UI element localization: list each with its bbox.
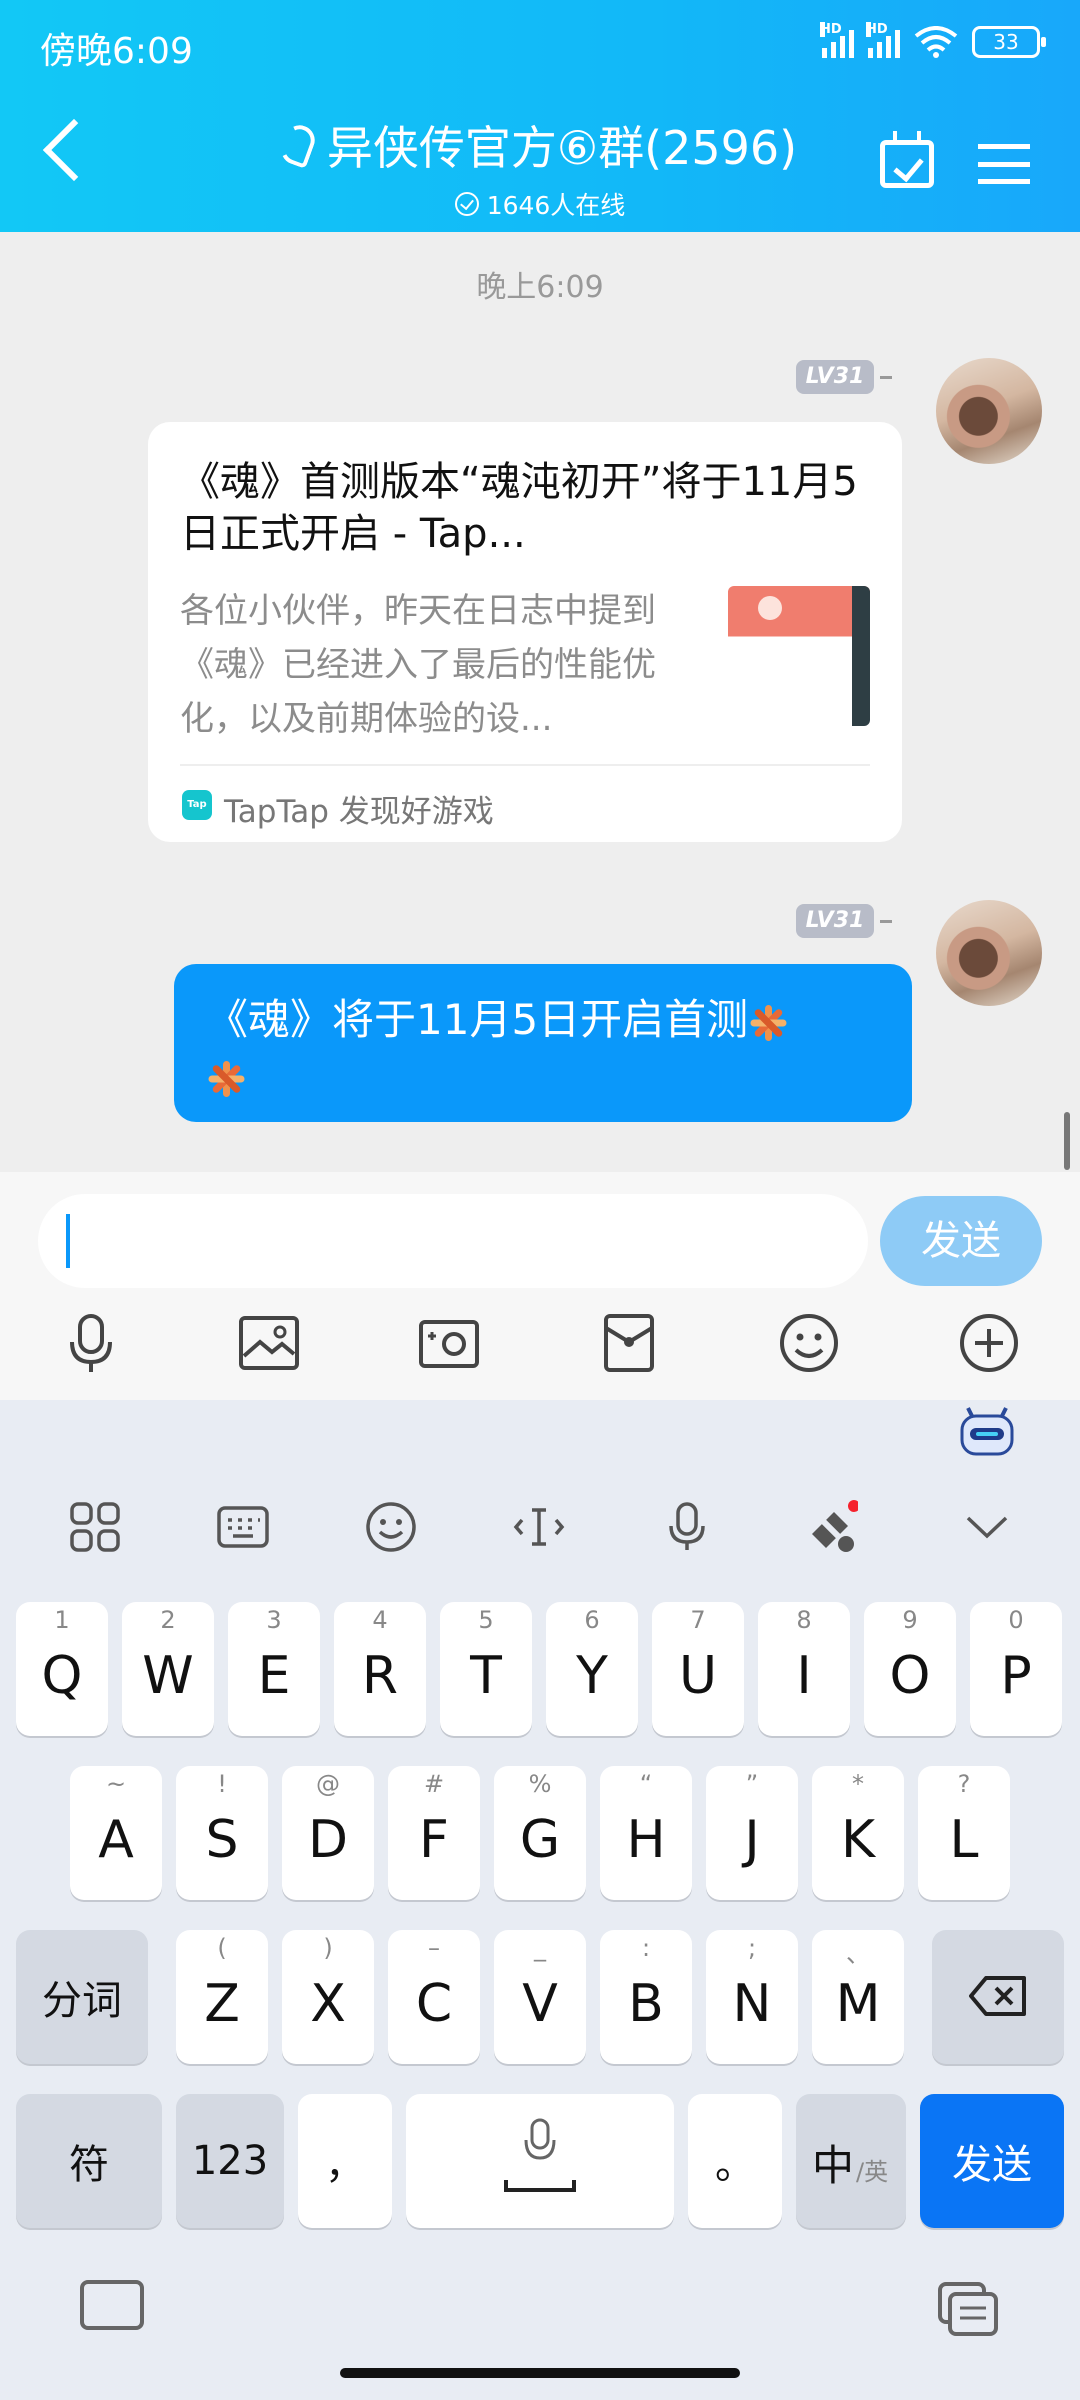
collapse-keyboard-icon[interactable] [960, 1500, 1014, 1554]
key-f[interactable]: # F [388, 1766, 480, 1900]
key-p[interactable]: 0P [970, 1602, 1062, 1736]
status-time: 傍晚6:09 [40, 31, 193, 72]
kb-emoji-icon[interactable] [364, 1500, 418, 1554]
apps-grid-icon[interactable] [68, 1500, 122, 1554]
key-m[interactable]: 、 M [812, 1930, 904, 2064]
key-k[interactable]: * K [812, 1766, 904, 1900]
text-cursor [66, 1214, 70, 1268]
input-bar: 发送 [0, 1172, 1080, 1400]
symbol-key[interactable]: 符 [16, 2094, 162, 2228]
voice-input-icon[interactable] [660, 1500, 714, 1554]
status-icons: HD HD 33 [820, 22, 1046, 58]
key-b[interactable]: :B [600, 1930, 692, 2064]
key-e[interactable]: 3E [228, 1602, 320, 1736]
key-t[interactable]: 5T [440, 1602, 532, 1736]
battery-icon: 33 [972, 26, 1046, 58]
menu-icon[interactable] [978, 144, 1030, 184]
signal-icon: HD [820, 22, 854, 58]
avatar[interactable] [936, 358, 1042, 464]
keyboard-switch-icon[interactable] [80, 2280, 144, 2330]
send-button[interactable]: 发送 [880, 1196, 1042, 1286]
message-bubble[interactable]: 《魂》将于11月5日开启首测 [174, 964, 912, 1122]
comma-key[interactable]: ， [298, 2094, 392, 2228]
key-c[interactable]: – C [388, 1930, 480, 2064]
key-y[interactable]: 6Y [546, 1602, 638, 1736]
chat-timestamp: 晚上6:09 [476, 270, 604, 305]
card-thumbnail [728, 586, 870, 726]
lang-main-label: 中 [812, 2141, 855, 2190]
space-key[interactable] [406, 2094, 674, 2228]
backspace-key[interactable] [932, 1930, 1064, 2064]
language-switch-key[interactable]: 中 /英 [796, 2094, 906, 2228]
link-card[interactable]: 《魂》首测版本“魂沌初开”将于11月5日正式开启 - Tap... 各位小伙伴，… [148, 422, 902, 842]
camera-icon[interactable] [418, 1312, 480, 1374]
image-icon[interactable] [238, 1312, 300, 1374]
level-badge: LV31 [796, 904, 874, 938]
key-v[interactable]: _ V [494, 1930, 586, 2064]
key-q[interactable]: 1Q [16, 1602, 108, 1736]
card-title: 《魂》首测版本“魂沌初开”将于11月5日正式开启 - Tap... [180, 459, 858, 557]
cursor-move-icon[interactable] [512, 1500, 566, 1554]
space-mic-icon [504, 2118, 576, 2192]
card-description: 各位小伙伴，昨天在日志中提到《魂》已经进入了最后的性能优化，以及前期体验的设..… [180, 591, 656, 739]
emoji-icon[interactable] [778, 1312, 840, 1374]
key-d[interactable]: @ D [282, 1766, 374, 1900]
home-indicator[interactable] [340, 2368, 740, 2378]
segment-key[interactable]: 分词 [16, 1930, 148, 2064]
red-packet-icon[interactable] [598, 1312, 660, 1374]
plus-circle-icon[interactable] [958, 1312, 1020, 1374]
key-j[interactable]: ” J [706, 1766, 798, 1900]
key-s[interactable]: ! S [176, 1766, 268, 1900]
key-n[interactable]: ; N [706, 1930, 798, 2064]
wifi-icon [914, 26, 958, 58]
key-r[interactable]: 4R [334, 1602, 426, 1736]
number-key[interactable]: 123 [176, 2094, 284, 2228]
ear-icon [276, 121, 319, 169]
key-g[interactable]: % G [494, 1766, 586, 1900]
key-x[interactable]: ) X [282, 1930, 374, 2064]
microphone-icon[interactable] [60, 1312, 122, 1374]
taptap-icon: Tap [182, 790, 212, 820]
calendar-check-icon[interactable] [880, 131, 934, 188]
level-badge: LV31 [796, 360, 874, 394]
chat-title: 异侠传官方⑥群(2596) [326, 121, 798, 175]
message-text: 《魂》将于11月5日开启首测 [206, 995, 749, 1044]
name-placeholder [880, 920, 892, 923]
online-check-icon [454, 192, 479, 216]
backspace-icon [969, 1976, 1026, 2016]
key-a[interactable]: ~ A [70, 1766, 162, 1900]
card-divider [180, 764, 870, 766]
robot-assistant-icon[interactable] [958, 1406, 1016, 1458]
key-i[interactable]: 8I [758, 1602, 850, 1736]
key-l[interactable]: ? L [918, 1766, 1010, 1900]
period-key[interactable]: 。 [688, 2094, 782, 2228]
scrollbar-thumb[interactable] [1064, 1112, 1070, 1170]
message-input[interactable] [38, 1194, 868, 1288]
key-w[interactable]: 2W [122, 1602, 214, 1736]
chat-header: 傍晚6:09 HD HD 33 异侠传官方⑥群(2596) 1646人在线 [0, 0, 1080, 232]
pinwheel-emoji-icon [748, 1003, 788, 1043]
name-placeholder [880, 376, 892, 379]
keyboard-send-key[interactable]: 发送 [920, 2094, 1064, 2228]
key-h[interactable]: “H [600, 1766, 692, 1900]
ad-block-icon[interactable] [804, 1500, 858, 1554]
keyboard-layout-icon[interactable] [216, 1500, 270, 1554]
avatar[interactable] [936, 900, 1042, 1006]
key-o[interactable]: 9O [864, 1602, 956, 1736]
key-u[interactable]: 7U [652, 1602, 744, 1736]
clipboard-icon[interactable] [936, 2280, 1000, 2336]
signal-icon: HD [866, 22, 900, 58]
lang-sub-label: /英 [856, 2158, 889, 2186]
key-z[interactable]: (Z [176, 1930, 268, 2064]
online-count: 1646人在线 [486, 191, 626, 220]
pinwheel-emoji-icon [206, 1059, 246, 1099]
card-source: TapTap 发现好游戏 [224, 794, 494, 830]
